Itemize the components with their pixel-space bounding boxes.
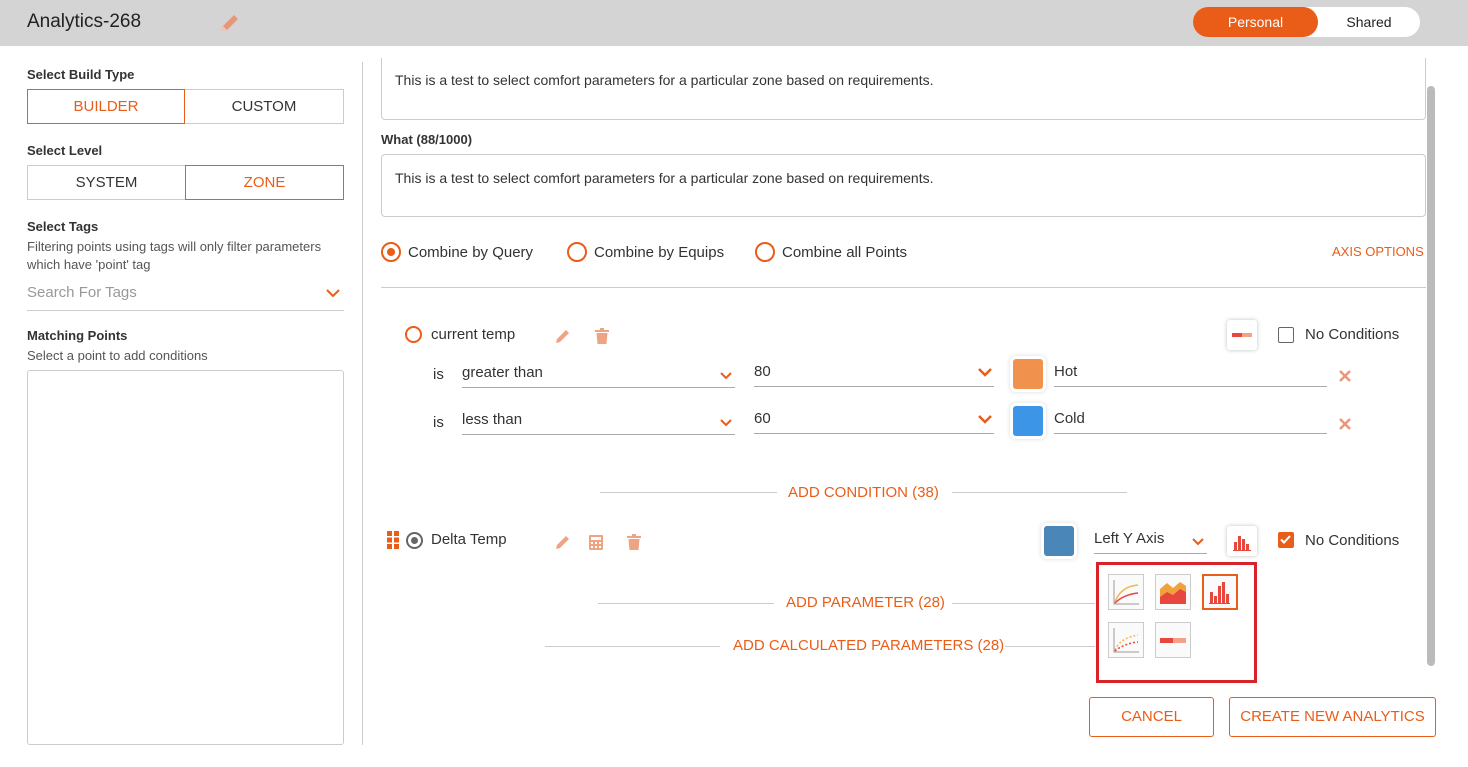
- value-input[interactable]: 60: [754, 407, 994, 434]
- condition-is: is: [433, 366, 444, 383]
- label-input[interactable]: Hot: [1054, 360, 1327, 387]
- value-input[interactable]: 80: [754, 360, 994, 387]
- bar-chart-icon: [1233, 536, 1251, 551]
- combine-by-equips-option[interactable]: Combine by Equips: [567, 241, 724, 263]
- divider-line: [600, 492, 777, 493]
- chevron-down-icon[interactable]: [718, 415, 734, 431]
- chart-type-popup: [1096, 562, 1257, 683]
- no-conditions-checkbox[interactable]: [1278, 327, 1294, 343]
- operator-select[interactable]: less than: [462, 408, 735, 435]
- what-textarea[interactable]: This is a test to select comfort paramet…: [381, 154, 1426, 217]
- chevron-down-icon[interactable]: [977, 365, 993, 381]
- trash-icon[interactable]: [626, 533, 642, 551]
- divider-line: [952, 603, 1095, 604]
- scatter-chart-icon: [1113, 628, 1139, 653]
- area-chart-icon: [1160, 582, 1186, 604]
- create-analytics-button[interactable]: CREATE NEW ANALYTICS: [1229, 697, 1436, 737]
- points-hint: Select a point to add conditions: [27, 348, 208, 363]
- section-divider: [381, 287, 1426, 288]
- page-title: Analytics-268: [27, 11, 142, 32]
- chevron-down-icon[interactable]: [1190, 534, 1206, 550]
- add-condition-button[interactable]: ADD CONDITION (38): [788, 484, 939, 501]
- bar-chart-icon: [1209, 582, 1230, 604]
- divider-line: [952, 492, 1127, 493]
- tags-label: Select Tags: [27, 219, 99, 234]
- radio-selected[interactable]: [381, 242, 401, 262]
- zone-option[interactable]: ZONE: [185, 165, 344, 200]
- scrollbar-thumb[interactable]: [1427, 86, 1435, 666]
- check-icon: [1280, 535, 1291, 544]
- close-icon[interactable]: [1338, 417, 1352, 431]
- close-icon[interactable]: [1338, 369, 1352, 383]
- label-input[interactable]: Cold: [1054, 407, 1327, 434]
- radio[interactable]: [755, 242, 775, 262]
- divider-line: [1005, 646, 1095, 647]
- pencil-icon[interactable]: [554, 533, 572, 551]
- scatter-chart-option[interactable]: [1108, 622, 1144, 658]
- chevron-down-icon[interactable]: [718, 368, 734, 384]
- cancel-button[interactable]: CANCEL: [1089, 697, 1214, 737]
- builder-option[interactable]: BUILDER: [27, 89, 185, 124]
- param-radio[interactable]: [406, 532, 423, 549]
- line-chart-option[interactable]: [1108, 574, 1144, 610]
- toggle-personal[interactable]: Personal: [1193, 7, 1318, 37]
- chart-type-button[interactable]: [1227, 320, 1257, 350]
- custom-option[interactable]: CUSTOM: [185, 89, 344, 124]
- condition-is: is: [433, 414, 444, 431]
- axis-options-link[interactable]: AXIS OPTIONS: [1332, 244, 1424, 259]
- param-radio[interactable]: [405, 326, 422, 343]
- pencil-icon[interactable]: [554, 327, 572, 345]
- radio[interactable]: [567, 242, 587, 262]
- combine-by-query-option[interactable]: Combine by Query: [381, 241, 533, 263]
- heat-bar-option[interactable]: [1155, 622, 1191, 658]
- heat-bar-icon: [1160, 638, 1186, 643]
- heat-bar-icon: [1232, 333, 1252, 337]
- build-type-label: Select Build Type: [27, 67, 135, 82]
- no-conditions-checkbox[interactable]: [1278, 532, 1294, 548]
- line-chart-icon: [1113, 580, 1139, 605]
- visibility-toggle[interactable]: Personal Shared: [1193, 7, 1420, 37]
- pencil-icon[interactable]: [219, 12, 241, 34]
- vertical-divider: [362, 62, 363, 745]
- toggle-shared[interactable]: Shared: [1318, 7, 1420, 37]
- bar-chart-option[interactable]: [1202, 574, 1238, 610]
- chevron-down-icon[interactable]: [977, 412, 993, 428]
- color-swatch[interactable]: [1013, 406, 1043, 436]
- tags-hint: Filtering points using tags will only fi…: [27, 239, 322, 272]
- add-calculated-parameters-button[interactable]: ADD CALCULATED PARAMETERS (28): [733, 637, 1004, 654]
- divider-line: [545, 646, 720, 647]
- divider-line: [598, 603, 774, 604]
- chevron-down-icon[interactable]: [325, 285, 341, 301]
- top-bar: Analytics-268 Personal Shared: [0, 0, 1468, 46]
- no-conditions-label: No Conditions: [1305, 532, 1400, 549]
- operator-select[interactable]: greater than: [462, 361, 735, 388]
- param-name: current temp: [431, 326, 516, 343]
- drag-handle-icon[interactable]: [387, 531, 400, 549]
- tags-search-input[interactable]: Search For Tags: [27, 284, 344, 311]
- points-label: Matching Points: [27, 328, 128, 343]
- calculator-icon[interactable]: [588, 534, 604, 551]
- param-name: Delta Temp: [431, 531, 507, 548]
- color-swatch[interactable]: [1013, 359, 1043, 389]
- color-swatch[interactable]: [1044, 526, 1074, 556]
- add-parameter-button[interactable]: ADD PARAMETER (28): [786, 594, 945, 611]
- trash-icon[interactable]: [594, 327, 610, 345]
- level-label: Select Level: [27, 143, 103, 158]
- area-chart-option[interactable]: [1155, 574, 1191, 610]
- no-conditions-label: No Conditions: [1305, 326, 1400, 343]
- what-label: What (88/1000): [381, 132, 473, 147]
- combine-all-points-option[interactable]: Combine all Points: [755, 241, 907, 263]
- system-option[interactable]: SYSTEM: [27, 165, 185, 200]
- why-textarea[interactable]: This is a test to select comfort paramet…: [381, 58, 1426, 120]
- chart-type-button[interactable]: [1227, 526, 1257, 556]
- matching-points-list[interactable]: [27, 370, 344, 745]
